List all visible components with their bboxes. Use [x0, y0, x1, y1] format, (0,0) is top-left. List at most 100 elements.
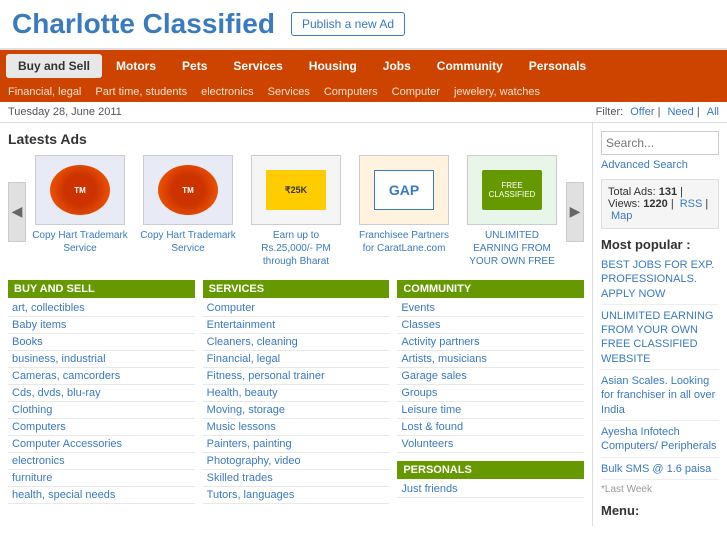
cat-clothing[interactable]: Clothing [8, 402, 195, 419]
ad-item-4[interactable]: GAP Franchisee Partners for CaratLane.co… [354, 155, 454, 268]
total-ads-label: Total Ads: [608, 186, 656, 198]
nav-item-personals[interactable]: Personals [517, 54, 598, 78]
filter-label: Filter: [596, 106, 624, 118]
sub-nav-financial[interactable]: Financial, legal [8, 86, 81, 98]
cat-svc-skilled-trades[interactable]: Skilled trades [203, 470, 390, 487]
cat-cds-dvds[interactable]: Cds, dvds, blu-ray [8, 385, 195, 402]
sub-nav-jewellery[interactable]: jewelery, watches [454, 86, 540, 98]
cat-svc-entertainment[interactable]: Entertainment [203, 317, 390, 334]
most-popular-title: Most popular : [601, 237, 719, 252]
site-header: Charlotte Classified Publish a new Ad [0, 0, 727, 50]
ad-item-5[interactable]: FREE CLASSIFIED UNLIMITED EARNING FROM Y… [462, 155, 562, 268]
search-section: Advanced Search [601, 131, 719, 171]
cat-leisure-time[interactable]: Leisure time [397, 402, 584, 419]
sub-nav-computers[interactable]: Computers [324, 86, 378, 98]
popular-item-2[interactable]: UNLIMITED EARNING FROM YOUR OWN FREE CLA… [601, 309, 719, 370]
most-popular-section: Most popular : BEST JOBS FOR EXP. PROFES… [601, 237, 719, 495]
sidebar: Advanced Search Total Ads: 131 | Views: … [592, 123, 727, 526]
cat-events[interactable]: Events [397, 300, 584, 317]
content-wrapper: Latests Ads ◀ TM Copy Hart Trademark Ser… [0, 123, 727, 526]
ad-image-5: FREE CLASSIFIED [467, 155, 557, 225]
nav-item-pets[interactable]: Pets [170, 54, 219, 78]
cat-svc-tutors[interactable]: Tutors, languages [203, 487, 390, 504]
nav-item-jobs[interactable]: Jobs [371, 54, 423, 78]
cat-electronics[interactable]: electronics [8, 453, 195, 470]
cat-computers[interactable]: Computers [8, 419, 195, 436]
advanced-search-link[interactable]: Advanced Search [601, 159, 719, 171]
earn-icon: ₹25K [266, 170, 326, 210]
cat-furniture[interactable]: furniture [8, 470, 195, 487]
map-link[interactable]: Map [611, 210, 632, 222]
filter-offer[interactable]: Offer [630, 106, 654, 118]
services-header: SERVICES [203, 280, 390, 298]
cat-computer-accessories[interactable]: Computer Accessories [8, 436, 195, 453]
cat-business-industrial[interactable]: business, industrial [8, 351, 195, 368]
popular-item-1[interactable]: BEST JOBS FOR EXP. PROFESSIONALS. APPLY … [601, 258, 719, 305]
cat-books[interactable]: Books [8, 334, 195, 351]
cat-activity-partners[interactable]: Activity partners [397, 334, 584, 351]
ad-image-2: TM [143, 155, 233, 225]
community-personals-column: COMMUNITY Events Classes Activity partne… [397, 280, 584, 504]
cat-svc-moving[interactable]: Moving, storage [203, 402, 390, 419]
total-ads-value: 131 [659, 186, 677, 198]
main-content: Latests Ads ◀ TM Copy Hart Trademark Ser… [0, 123, 592, 526]
title-part1: Charlotte [12, 8, 135, 39]
popular-item-5[interactable]: Bulk SMS @ 1.6 paisa [601, 462, 719, 480]
cat-groups[interactable]: Groups [397, 385, 584, 402]
cat-health-special-needs[interactable]: health, special needs [8, 487, 195, 504]
sub-nav-parttime[interactable]: Part time, students [95, 86, 187, 98]
cat-volunteers[interactable]: Volunteers [397, 436, 584, 453]
sub-nav-computer[interactable]: Computer [392, 86, 440, 98]
cat-artists[interactable]: Artists, musicians [397, 351, 584, 368]
cat-garage-sales[interactable]: Garage sales [397, 368, 584, 385]
cat-svc-photography[interactable]: Photography, video [203, 453, 390, 470]
cat-just-friends[interactable]: Just friends [397, 481, 584, 498]
cat-classes[interactable]: Classes [397, 317, 584, 334]
nav-item-buy-and-sell[interactable]: Buy and Sell [6, 54, 102, 78]
publish-ad-button[interactable]: Publish a new Ad [291, 12, 405, 36]
personals-header: PERSONALS [397, 461, 584, 479]
nav-item-housing[interactable]: Housing [297, 54, 369, 78]
gap-icon: GAP [374, 170, 434, 210]
categories-section: BUY AND SELL art, collectibles Baby item… [8, 280, 584, 504]
ads-container: TM Copy Hart Trademark Service TM Copy H… [30, 155, 562, 268]
cat-baby-items[interactable]: Baby items [8, 317, 195, 334]
cat-svc-music[interactable]: Music lessons [203, 419, 390, 436]
site-title: Charlotte Classified [12, 8, 275, 40]
carousel-prev-button[interactable]: ◀ [8, 182, 26, 242]
nav-item-community[interactable]: Community [425, 54, 515, 78]
cat-svc-painters[interactable]: Painters, painting [203, 436, 390, 453]
cat-art-collectibles[interactable]: art, collectibles [8, 300, 195, 317]
sub-nav-services[interactable]: Services [268, 86, 310, 98]
ad-item-3[interactable]: ₹25K Earn up to Rs.25,000/- PM through B… [246, 155, 346, 268]
views-label: Views: [608, 198, 640, 210]
cat-svc-health-beauty[interactable]: Health, beauty [203, 385, 390, 402]
nav-item-services[interactable]: Services [221, 54, 294, 78]
cat-cameras[interactable]: Cameras, camcorders [8, 368, 195, 385]
stats-section: Total Ads: 131 | Views: 1220 | RSS | Map [601, 179, 719, 229]
ad-image-3: ₹25K [251, 155, 341, 225]
rss-link[interactable]: RSS [680, 198, 703, 210]
filter-need[interactable]: Need [667, 106, 693, 118]
classified-icon: FREE CLASSIFIED [482, 170, 542, 210]
last-week-label: *Last Week [601, 484, 719, 495]
ad-label-1: Copy Hart Trademark Service [30, 229, 130, 255]
ad-item-1[interactable]: TM Copy Hart Trademark Service [30, 155, 130, 268]
date-label: Tuesday 28, June 2011 [8, 106, 122, 118]
filter-all[interactable]: All [707, 106, 719, 118]
carousel-next-button[interactable]: ▶ [566, 182, 584, 242]
sub-nav-electronics[interactable]: electronics [201, 86, 254, 98]
cat-svc-financial[interactable]: Financial, legal [203, 351, 390, 368]
popular-item-4[interactable]: Ayesha Infotech Computers/ Peripherals [601, 425, 719, 458]
nav-item-motors[interactable]: Motors [104, 54, 168, 78]
cat-lost-found[interactable]: Lost & found [397, 419, 584, 436]
cat-svc-fitness[interactable]: Fitness, personal trainer [203, 368, 390, 385]
search-input[interactable] [601, 131, 719, 155]
cat-svc-computer[interactable]: Computer [203, 300, 390, 317]
popular-item-3[interactable]: Asian Scales. Looking for franchiser in … [601, 374, 719, 421]
services-column: SERVICES Computer Entertainment Cleaners… [203, 280, 390, 504]
filter-links: Filter: Offer | Need | All [596, 106, 719, 118]
ad-image-4: GAP [359, 155, 449, 225]
cat-svc-cleaners[interactable]: Cleaners, cleaning [203, 334, 390, 351]
ad-item-2[interactable]: TM Copy Hart Trademark Service [138, 155, 238, 268]
